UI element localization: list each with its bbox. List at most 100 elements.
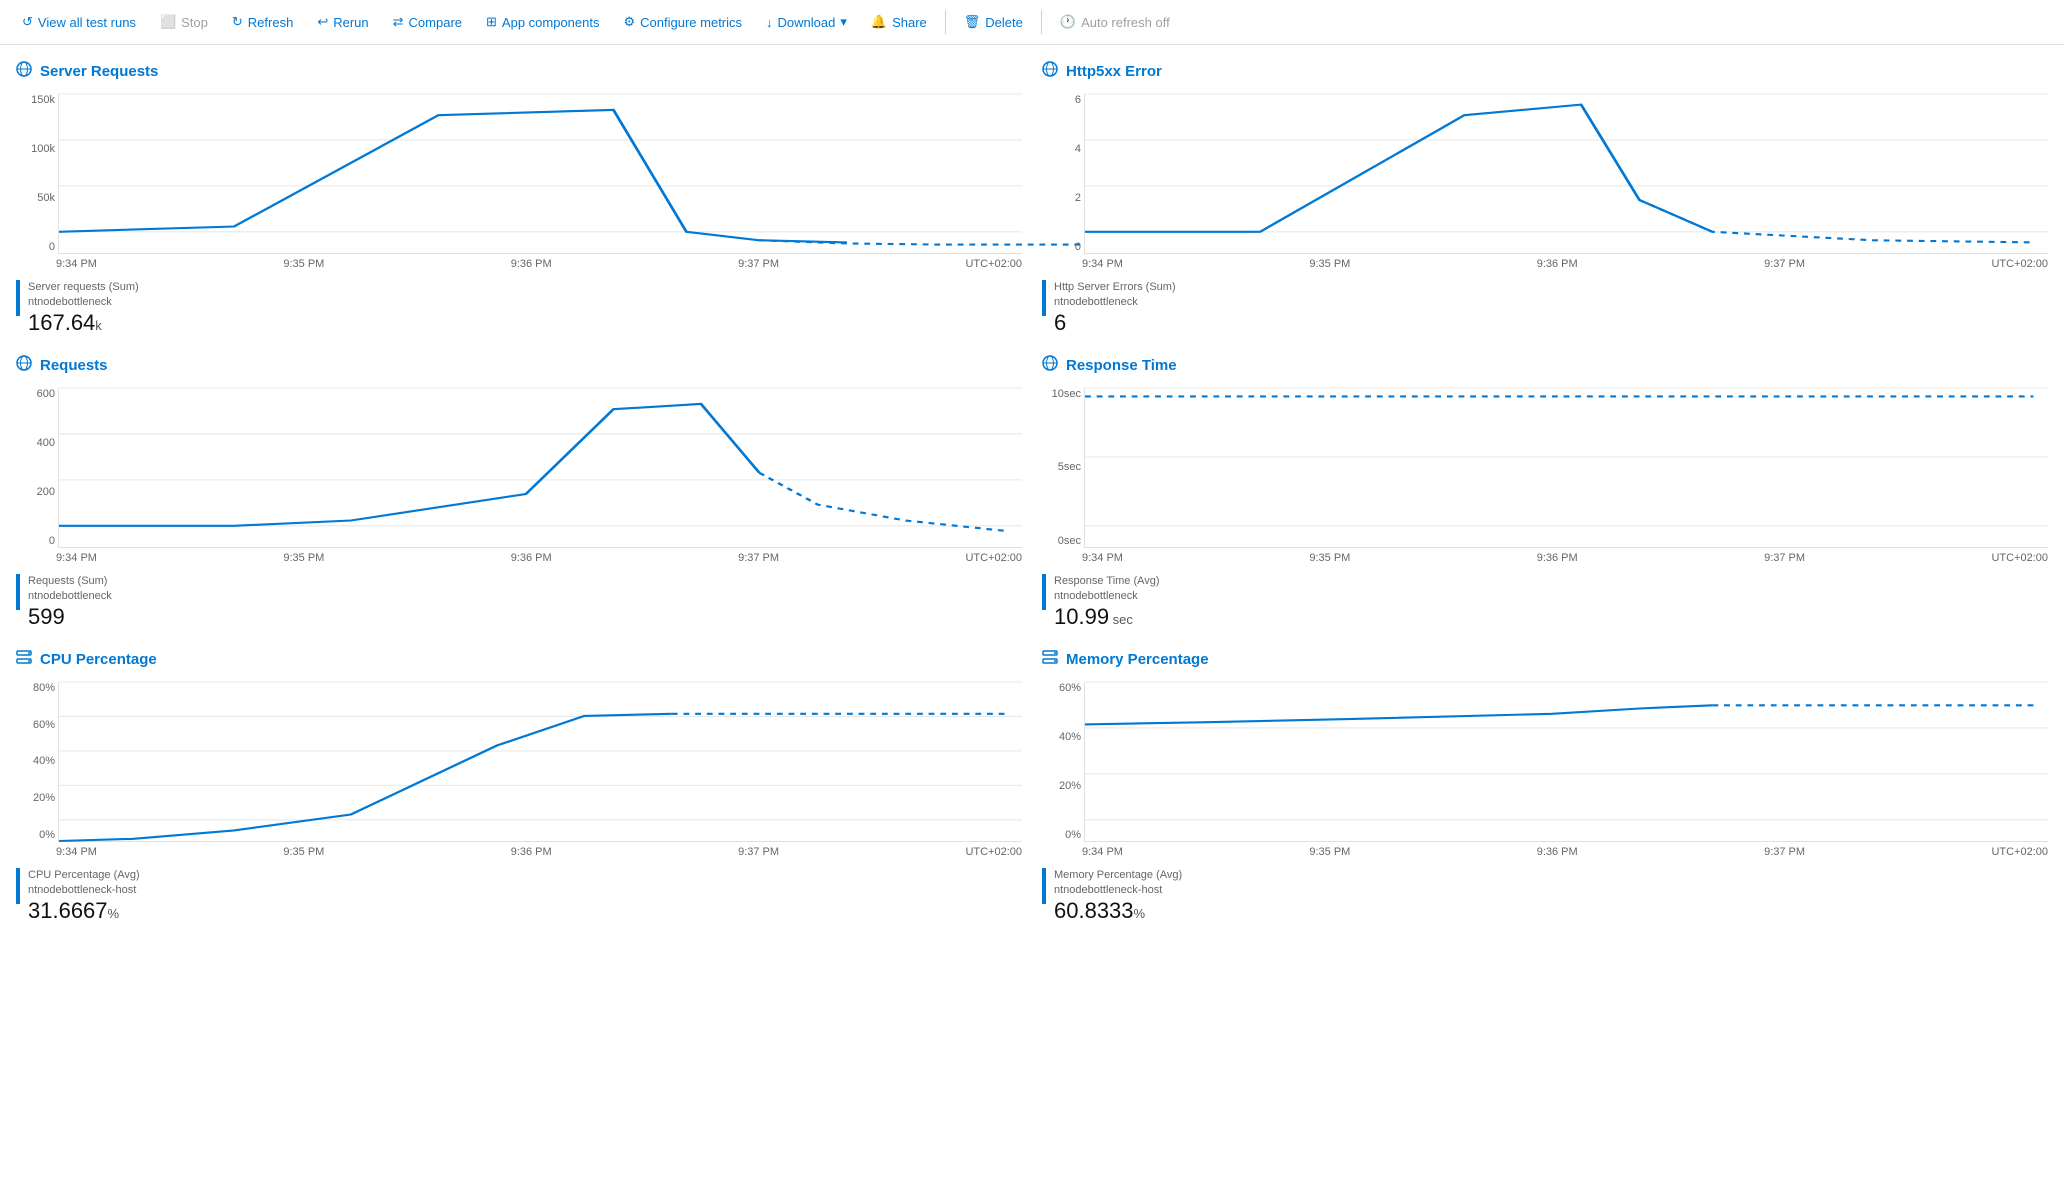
globe-icon <box>16 355 32 376</box>
chart-y-label: 0 <box>17 535 55 547</box>
chart-x-label: UTC+02:00 <box>965 552 1022 564</box>
chart-legend-memory-percentage: Memory Percentage (Avg)ntnodebottleneck-… <box>1042 868 2048 923</box>
chart-card-memory-percentage: Memory Percentage60%40%20%0%9:34 PM9:35 … <box>1042 649 2048 923</box>
chart-title-requests: Requests <box>16 355 1022 376</box>
chart-title-text-memory-percentage: Memory Percentage <box>1066 651 1209 668</box>
chart-x-label: 9:34 PM <box>56 258 97 270</box>
chart-y-label: 150k <box>17 94 55 106</box>
compare-icon: ⇄ <box>393 14 404 30</box>
chart-legend-server-requests: Server requests (Sum)ntnodebottleneck167… <box>16 280 1022 335</box>
chart-y-label: 20% <box>1043 780 1081 792</box>
rerun-button[interactable]: ↩ Rerun <box>307 8 378 36</box>
chart-legend-sub: ntnodebottleneck-host <box>28 883 140 898</box>
chart-value-main: 10.99 <box>1054 604 1109 629</box>
chart-x-label: 9:37 PM <box>1764 846 1805 858</box>
download-button[interactable]: ↓ Download ▾ <box>756 8 857 36</box>
chart-title-text-response-time: Response Time <box>1066 357 1177 374</box>
chart-x-label: UTC+02:00 <box>1991 258 2048 270</box>
share-button[interactable]: 🔔 Share <box>861 8 937 36</box>
dropdown-arrow-icon: ▾ <box>840 14 847 30</box>
chart-area-http5xx-error: 6420 <box>1084 94 2048 254</box>
chart-legend-cpu-percentage: CPU Percentage (Avg)ntnodebottleneck-hos… <box>16 868 1022 923</box>
chart-y-label: 200 <box>17 486 55 498</box>
chart-x-label: 9:35 PM <box>283 258 324 270</box>
refresh-icon: ↻ <box>232 14 243 30</box>
chart-legend-value: 10.99 sec <box>1054 605 1160 629</box>
chart-x-label: 9:37 PM <box>738 258 779 270</box>
auto-refresh-button[interactable]: 🕐 Auto refresh off <box>1050 8 1180 36</box>
chart-x-label: UTC+02:00 <box>965 258 1022 270</box>
chart-x-label: UTC+02:00 <box>1991 846 2048 858</box>
chart-area-memory-percentage: 60%40%20%0% <box>1084 682 2048 842</box>
chart-value-unit: sec <box>1109 612 1133 627</box>
chart-x-label: UTC+02:00 <box>965 846 1022 858</box>
chart-legend-bar <box>1042 280 1046 316</box>
dashboard-grid: Server Requests150k100k50k09:34 PM9:35 P… <box>0 45 2064 939</box>
chart-y-label: 6 <box>1043 94 1081 106</box>
app-components-button[interactable]: ⊞ App components <box>476 8 609 36</box>
chart-legend-bar <box>1042 868 1046 904</box>
view-all-button[interactable]: ↺ View all test runs <box>12 8 146 36</box>
chart-y-label: 60% <box>17 719 55 731</box>
chart-x-label: UTC+02:00 <box>1991 552 2048 564</box>
chart-area-cpu-percentage: 80%60%40%20%0% <box>58 682 1022 842</box>
configure-metrics-button[interactable]: ⚙ Configure metrics <box>614 8 753 36</box>
chart-legend-requests: Requests (Sum)ntnodebottleneck599 <box>16 574 1022 629</box>
separator-2 <box>1041 10 1042 34</box>
chart-x-label: 9:34 PM <box>1082 552 1123 564</box>
chart-y-label: 60% <box>1043 682 1081 694</box>
chart-legend-bar <box>16 868 20 904</box>
compare-button[interactable]: ⇄ Compare <box>383 8 472 36</box>
chart-title-http5xx-error: Http5xx Error <box>1042 61 2048 82</box>
chart-legend-value: 6 <box>1054 311 1176 335</box>
chart-legend-http5xx-error: Http Server Errors (Sum)ntnodebottleneck… <box>1042 280 2048 335</box>
chart-value-main: 599 <box>28 604 65 629</box>
chart-y-label: 10sec <box>1043 388 1081 400</box>
chart-y-label: 400 <box>17 437 55 449</box>
chart-y-label: 0sec <box>1043 535 1081 547</box>
chart-y-label: 600 <box>17 388 55 400</box>
delete-button[interactable]: 🗑 Delete <box>954 8 1033 36</box>
chart-x-label: 9:34 PM <box>1082 258 1123 270</box>
chart-x-label: 9:37 PM <box>1764 552 1805 564</box>
chart-y-label: 40% <box>1043 731 1081 743</box>
chart-card-requests: Requests60040020009:34 PM9:35 PM9:36 PM9… <box>16 355 1022 629</box>
chart-y-label: 100k <box>17 143 55 155</box>
chart-x-label: 9:36 PM <box>1537 258 1578 270</box>
chart-legend-sub: ntnodebottleneck-host <box>1054 883 1182 898</box>
server-icon <box>1042 649 1058 670</box>
chart-title-memory-percentage: Memory Percentage <box>1042 649 2048 670</box>
chart-legend-label: Response Time (Avg) <box>1054 574 1160 589</box>
chart-x-label: 9:36 PM <box>511 846 552 858</box>
chart-legend-value: 167.64k <box>28 311 139 335</box>
globe-icon <box>1042 355 1058 376</box>
share-icon: 🔔 <box>871 14 887 30</box>
chart-y-label: 4 <box>1043 143 1081 155</box>
chart-y-label: 0 <box>17 241 55 253</box>
chart-legend-bar <box>16 574 20 610</box>
chart-value-main: 31.6667 <box>28 898 108 923</box>
toolbar: ↺ View all test runs ⬜ Stop ↻ Refresh ↩ … <box>0 0 2064 45</box>
chart-x-label: 9:36 PM <box>511 552 552 564</box>
chart-card-http5xx-error: Http5xx Error64209:34 PM9:35 PM9:36 PM9:… <box>1042 61 2048 335</box>
chart-legend-response-time: Response Time (Avg)ntnodebottleneck10.99… <box>1042 574 2048 629</box>
chart-x-label: 9:35 PM <box>1309 258 1350 270</box>
chart-value-main: 60.8333 <box>1054 898 1134 923</box>
chart-legend-label: Server requests (Sum) <box>28 280 139 295</box>
chart-card-server-requests: Server Requests150k100k50k09:34 PM9:35 P… <box>16 61 1022 335</box>
stop-button[interactable]: ⬜ Stop <box>150 8 218 36</box>
chart-y-label: 0% <box>17 829 55 841</box>
globe-icon <box>16 61 32 82</box>
view-all-icon: ↺ <box>22 14 33 30</box>
chart-legend-value: 31.6667% <box>28 899 140 923</box>
chart-y-label: 0 <box>1043 241 1081 253</box>
chart-legend-bar <box>1042 574 1046 610</box>
refresh-button[interactable]: ↻ Refresh <box>222 8 303 36</box>
chart-value-unit: k <box>95 318 102 333</box>
chart-title-response-time: Response Time <box>1042 355 2048 376</box>
chart-x-label: 9:35 PM <box>1309 552 1350 564</box>
chart-title-server-requests: Server Requests <box>16 61 1022 82</box>
chart-x-label: 9:35 PM <box>283 846 324 858</box>
chart-legend-sub: ntnodebottleneck <box>1054 295 1176 310</box>
chart-legend-label: Http Server Errors (Sum) <box>1054 280 1176 295</box>
